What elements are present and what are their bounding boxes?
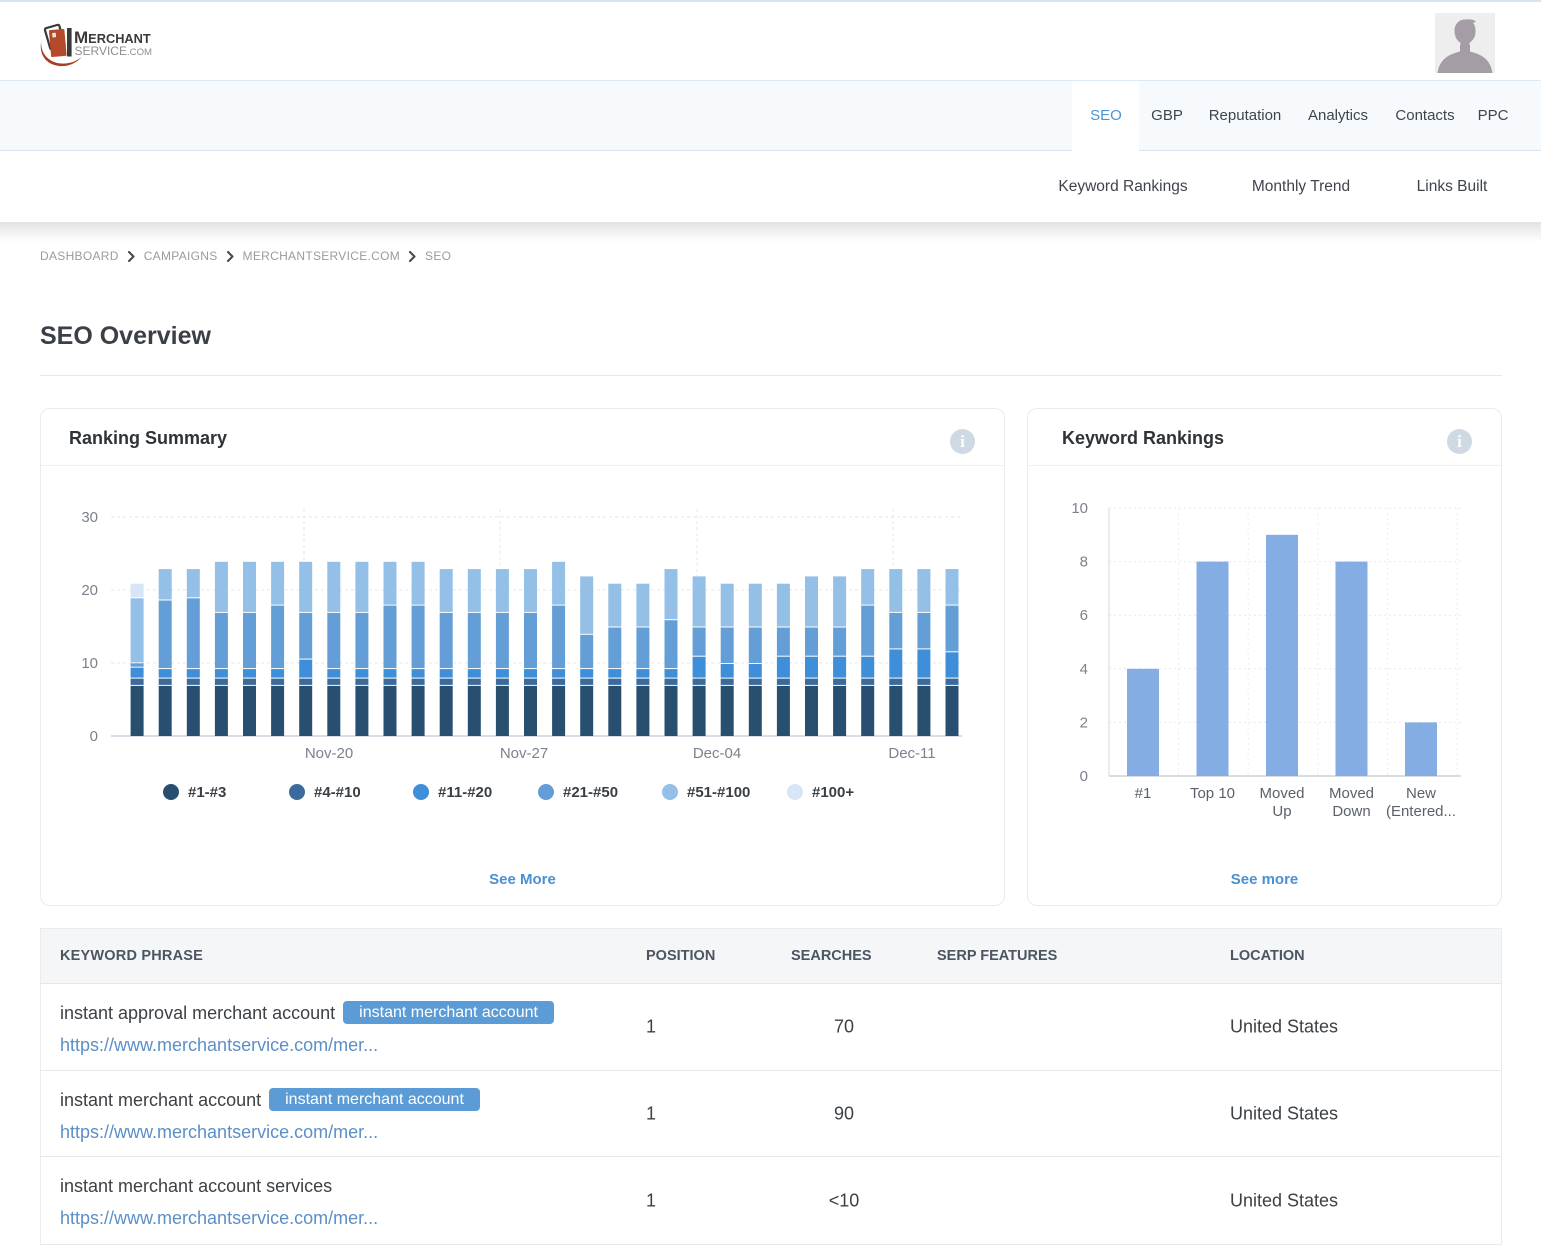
svg-text:(Entered...: (Entered... xyxy=(1386,803,1456,820)
svg-text:Up: Up xyxy=(1272,803,1291,820)
svg-text:8: 8 xyxy=(1080,554,1088,571)
svg-text:6: 6 xyxy=(1080,607,1088,624)
svg-text:Top 10: Top 10 xyxy=(1190,785,1235,802)
svg-text:0: 0 xyxy=(90,728,98,745)
svg-text:10: 10 xyxy=(81,655,98,672)
svg-text:Nov-27: Nov-27 xyxy=(500,745,548,762)
svg-text:Dec-04: Dec-04 xyxy=(693,745,741,762)
svg-text:Moved: Moved xyxy=(1329,785,1374,802)
svg-text:20: 20 xyxy=(81,582,98,599)
svg-text:#21-#50: #21-#50 xyxy=(563,784,618,801)
svg-text:#1: #1 xyxy=(1135,785,1152,802)
svg-text:Dec-11: Dec-11 xyxy=(888,745,935,762)
svg-text:4: 4 xyxy=(1080,661,1088,678)
svg-text:#11-#20: #11-#20 xyxy=(438,784,492,801)
svg-text:Moved: Moved xyxy=(1259,785,1304,802)
svg-text:2: 2 xyxy=(1080,714,1088,731)
svg-text:30: 30 xyxy=(81,509,98,526)
svg-text:Nov-20: Nov-20 xyxy=(305,745,353,762)
svg-text:#51-#100: #51-#100 xyxy=(687,784,750,801)
svg-text:SERVICE.COM: SERVICE.COM xyxy=(75,44,153,58)
svg-text:10: 10 xyxy=(1071,500,1088,517)
svg-text:Down: Down xyxy=(1332,803,1370,820)
svg-text:#4-#10: #4-#10 xyxy=(314,784,361,801)
svg-text:New: New xyxy=(1406,785,1436,802)
svg-text:0: 0 xyxy=(1080,768,1088,785)
svg-text:#1-#3: #1-#3 xyxy=(188,784,226,801)
svg-text:#100+: #100+ xyxy=(812,784,854,801)
